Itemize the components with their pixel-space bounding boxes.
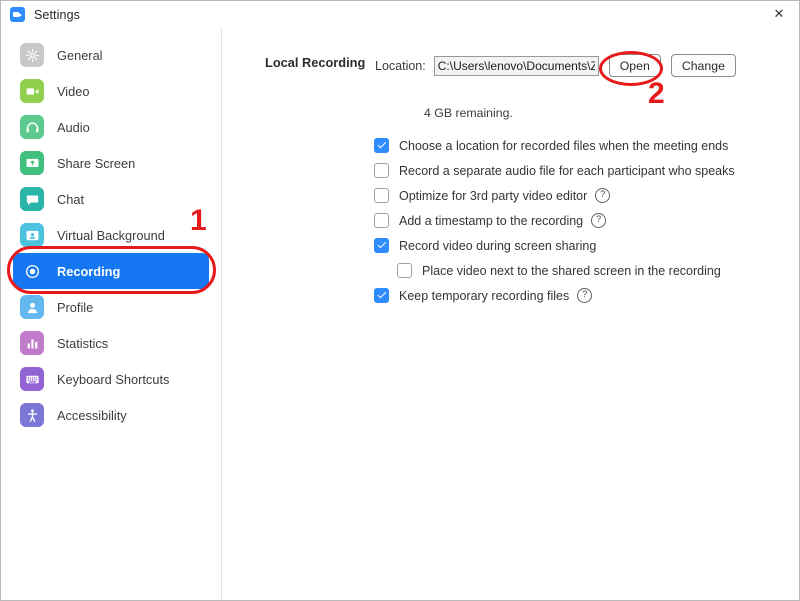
- option-row[interactable]: Optimize for 3rd party video editor?: [374, 183, 794, 208]
- option-label: Place video next to the shared screen in…: [422, 263, 721, 278]
- checkbox-unchecked[interactable]: [397, 263, 412, 278]
- sidebar-item-label: Video: [57, 83, 90, 99]
- record-circle-icon: [20, 259, 44, 283]
- sidebar-item-label: Chat: [57, 191, 85, 207]
- sidebar-item-accessibility[interactable]: Accessibility: [13, 397, 209, 433]
- sidebar-item-recording[interactable]: Recording: [13, 253, 209, 289]
- sidebar-item-label: Share Screen: [57, 155, 136, 171]
- main-content: Local Recording Location: Open Change 4 …: [222, 28, 799, 600]
- sidebar-item-label: Audio: [57, 119, 90, 135]
- option-label: Optimize for 3rd party video editor: [399, 188, 588, 203]
- person-card-icon: [20, 223, 44, 247]
- location-label: Location:: [375, 58, 426, 73]
- checkbox-checked[interactable]: [374, 238, 389, 253]
- location-row: Location: Open Change: [375, 54, 736, 77]
- sidebar-item-virtual-background[interactable]: Virtual Background: [13, 217, 209, 253]
- sidebar-item-audio[interactable]: Audio: [13, 109, 209, 145]
- sidebar-item-label: Virtual Background: [57, 227, 165, 243]
- page-title: Local Recording: [265, 55, 366, 70]
- headphones-icon: [20, 115, 44, 139]
- sidebar-item-label: Profile: [57, 299, 94, 315]
- bar-chart-icon: [20, 331, 44, 355]
- checkbox-unchecked[interactable]: [374, 188, 389, 203]
- titlebar: Settings ✕: [1, 1, 799, 29]
- option-row[interactable]: Add a timestamp to the recording?: [374, 208, 794, 233]
- help-question-icon[interactable]: ?: [591, 213, 607, 228]
- close-icon[interactable]: ✕: [757, 1, 799, 27]
- option-label: Keep temporary recording files: [399, 288, 570, 303]
- sidebar-item-label: Recording: [57, 263, 121, 279]
- checkbox-unchecked[interactable]: [374, 213, 389, 228]
- share-screen-icon: [20, 151, 44, 175]
- sidebar-item-keyboard-shortcuts[interactable]: Keyboard Shortcuts: [13, 361, 209, 397]
- checkbox-checked[interactable]: [374, 288, 389, 303]
- location-input[interactable]: [433, 55, 599, 76]
- gear-icon: [20, 43, 44, 67]
- chat-bubble-icon: [20, 187, 44, 211]
- checkbox-unchecked[interactable]: [374, 163, 389, 178]
- recording-options-list: Choose a location for recorded files whe…: [374, 133, 794, 308]
- sidebar-item-video[interactable]: Video: [13, 73, 209, 109]
- sidebar-item-label: Accessibility: [57, 407, 127, 423]
- sidebar-item-profile[interactable]: Profile: [13, 289, 209, 325]
- option-row[interactable]: Choose a location for recorded files whe…: [374, 133, 794, 158]
- checkbox-checked[interactable]: [374, 138, 389, 153]
- help-question-icon[interactable]: ?: [577, 288, 593, 303]
- settings-window: Settings ✕ General Video Audio Share Screen…: [0, 0, 800, 601]
- option-label: Add a timestamp to the recording: [399, 213, 584, 228]
- sidebar-item-chat[interactable]: Chat: [13, 181, 209, 217]
- sidebar-nav-list: General Video Audio Share Screen Chat Virtual…: [1, 37, 221, 433]
- option-row[interactable]: Place video next to the shared screen in…: [397, 258, 794, 283]
- change-button[interactable]: Change: [670, 54, 736, 77]
- sidebar-item-general[interactable]: General: [13, 37, 209, 73]
- zoom-camera-icon: [10, 7, 25, 22]
- video-camera-icon: [20, 79, 44, 103]
- option-label: Record video during screen sharing: [399, 238, 597, 253]
- option-row[interactable]: Keep temporary recording files?: [374, 283, 794, 308]
- accessibility-icon: [20, 403, 44, 427]
- sidebar-item-share-screen[interactable]: Share Screen: [13, 145, 209, 181]
- window-title: Settings: [34, 7, 80, 22]
- sidebar-item-label: General: [57, 47, 103, 63]
- option-label: Record a separate audio file for each pa…: [399, 163, 735, 178]
- option-row[interactable]: Record a separate audio file for each pa…: [374, 158, 794, 183]
- open-button[interactable]: Open: [608, 54, 661, 77]
- sidebar-item-label: Statistics: [57, 335, 109, 351]
- storage-remaining-text: 4 GB remaining.: [424, 106, 513, 120]
- person-icon: [20, 295, 44, 319]
- help-question-icon[interactable]: ?: [595, 188, 611, 203]
- sidebar-item-label: Keyboard Shortcuts: [57, 371, 170, 387]
- sidebar: General Video Audio Share Screen Chat Virtual…: [1, 28, 222, 600]
- option-row[interactable]: Record video during screen sharing: [374, 233, 794, 258]
- keyboard-icon: [20, 367, 44, 391]
- option-label: Choose a location for recorded files whe…: [399, 138, 729, 153]
- sidebar-item-statistics[interactable]: Statistics: [13, 325, 209, 361]
